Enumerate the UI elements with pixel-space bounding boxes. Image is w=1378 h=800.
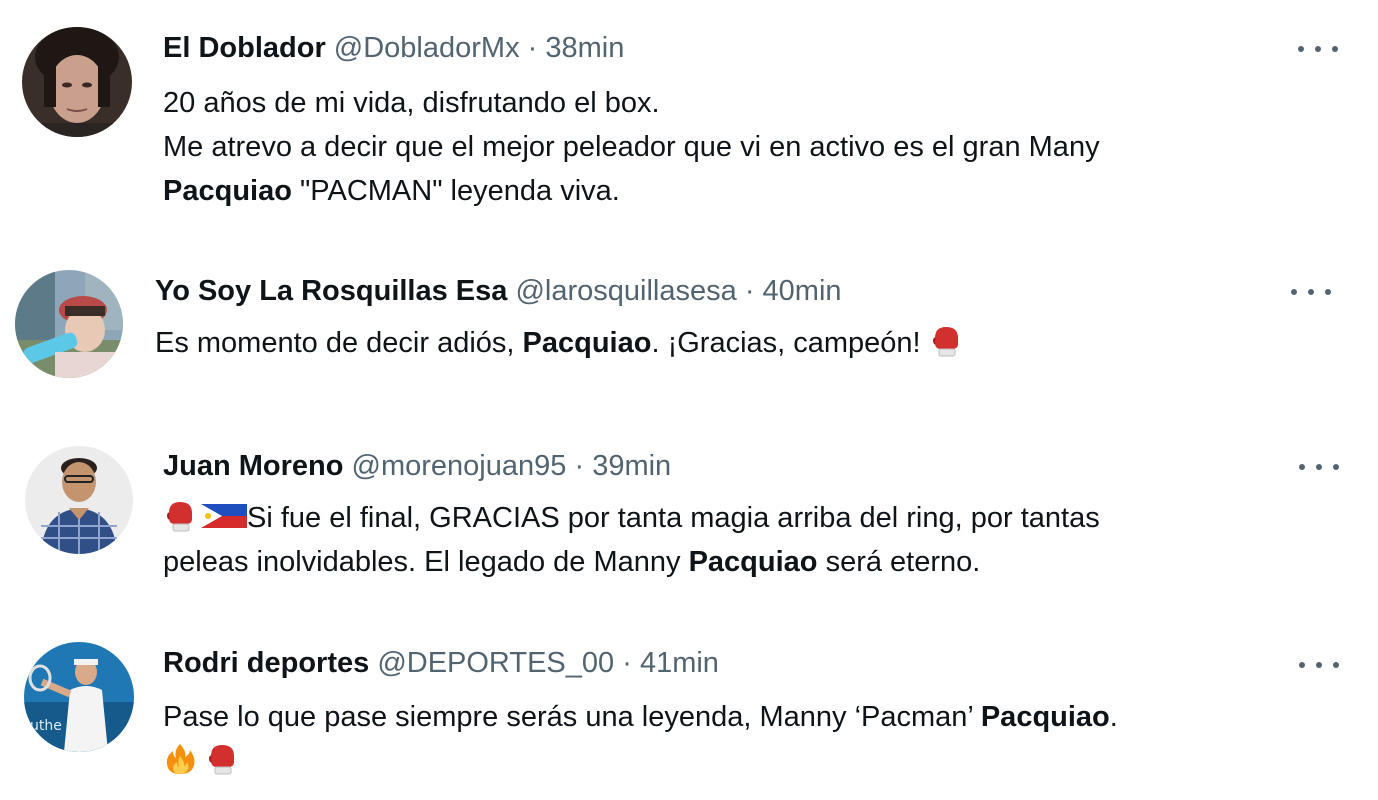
tweet-text-line: Es momento de decir adiós, Pacquiao. ¡Gr… [155, 321, 963, 365]
tweet-header: Yo Soy La Rosquillas Esa @larosquillases… [155, 273, 842, 309]
display-name[interactable]: Juan Moreno [163, 450, 343, 482]
tweet[interactable]: El Doblador @DobladorMx · 38min 20 años … [0, 0, 1378, 240]
display-name[interactable]: Yo Soy La Rosquillas Esa [155, 275, 507, 307]
display-name[interactable]: Rodri deportes [163, 647, 369, 679]
boxing-glove-icon [929, 324, 963, 358]
tweet-text: Es momento de decir adiós, Pacquiao. ¡Gr… [155, 321, 963, 365]
tweet[interactable]: uthe Rodri deportes @DEPORTES_00 · 41min… [0, 620, 1378, 800]
separator: · [622, 647, 632, 679]
separator: · [744, 275, 755, 307]
user-handle[interactable]: @morenojuan95 [352, 450, 567, 482]
more-horizontal-icon[interactable] [1299, 457, 1339, 477]
tweet-header: El Doblador @DobladorMx · 38min [163, 30, 624, 66]
tweet-text-span: Si fue el final, GRACIAS por tanta magia… [247, 502, 1100, 534]
timestamp[interactable]: 41min [640, 647, 719, 679]
tweet-text-line [163, 739, 1118, 783]
avatar[interactable]: uthe [24, 642, 134, 752]
highlight-keyword: Pacquiao [522, 327, 652, 359]
separator: · [574, 450, 585, 482]
separator: · [527, 32, 538, 64]
avatar[interactable] [15, 270, 123, 378]
tweet-text-line: Pacquiao "PACMAN" leyenda viva. [163, 169, 1100, 213]
highlight-keyword: Pacquiao [980, 701, 1110, 733]
tweet-text-span: peleas inolvidables. El legado de Manny [163, 546, 689, 578]
svg-text:uthe: uthe [30, 718, 62, 734]
more-horizontal-icon[interactable] [1298, 39, 1338, 59]
timestamp[interactable]: 40min [763, 275, 842, 307]
tweet-text: 20 años de mi vida, disfrutando el box. … [163, 81, 1100, 213]
tweet-text: Pase lo que pase siempre serás una leyen… [163, 695, 1118, 783]
timestamp[interactable]: 39min [592, 450, 671, 482]
tweet[interactable]: Yo Soy La Rosquillas Esa @larosquillases… [0, 240, 1378, 420]
highlight-keyword: Pacquiao [688, 546, 818, 578]
tweet-header: Juan Moreno @morenojuan95 · 39min [163, 448, 671, 484]
tweet-text: Si fue el final, GRACIAS por tanta magia… [163, 496, 1100, 584]
user-handle[interactable]: @larosquillasesa [515, 275, 736, 307]
tweet-text-span: Es momento de decir adiós, [155, 327, 523, 359]
more-horizontal-icon[interactable] [1299, 655, 1339, 675]
tweet-text-span: Pase lo que pase siempre serás una leyen… [163, 701, 981, 733]
user-handle[interactable]: @DEPORTES_00 [377, 647, 614, 679]
tweet-text-line: Pase lo que pase siempre serás una leyen… [163, 695, 1118, 739]
tweet-text-line: 20 años de mi vida, disfrutando el box. [163, 87, 660, 119]
tweet-text-line: Me atrevo a decir que el mejor peleador … [163, 131, 1100, 163]
philippines-flag-icon [201, 499, 247, 533]
fire-icon [163, 742, 197, 776]
display-name[interactable]: El Doblador [163, 32, 326, 64]
avatar[interactable] [25, 446, 133, 554]
tweet-text-line: peleas inolvidables. El legado de Manny … [163, 540, 1100, 584]
tweet-header: Rodri deportes @DEPORTES_00 · 41min [163, 645, 719, 681]
boxing-glove-icon [163, 499, 197, 533]
tweet-text-span: será eterno. [817, 546, 981, 578]
more-horizontal-icon[interactable] [1291, 282, 1331, 302]
boxing-glove-icon [205, 742, 239, 776]
user-handle[interactable]: @DobladorMx [334, 32, 520, 64]
tweet-text-span: . [1109, 701, 1118, 733]
tweet[interactable]: Juan Moreno @morenojuan95 · 39min Si fue [0, 420, 1378, 620]
highlight-keyword: Pacquiao [163, 175, 292, 207]
timestamp[interactable]: 38min [545, 32, 624, 64]
tweet-text-line: Si fue el final, GRACIAS por tanta magia… [163, 496, 1100, 540]
avatar[interactable] [22, 27, 132, 137]
tweet-text-span: . ¡Gracias, campeón! [651, 327, 929, 359]
tweet-text-span: "PACMAN" leyenda viva. [291, 175, 620, 207]
